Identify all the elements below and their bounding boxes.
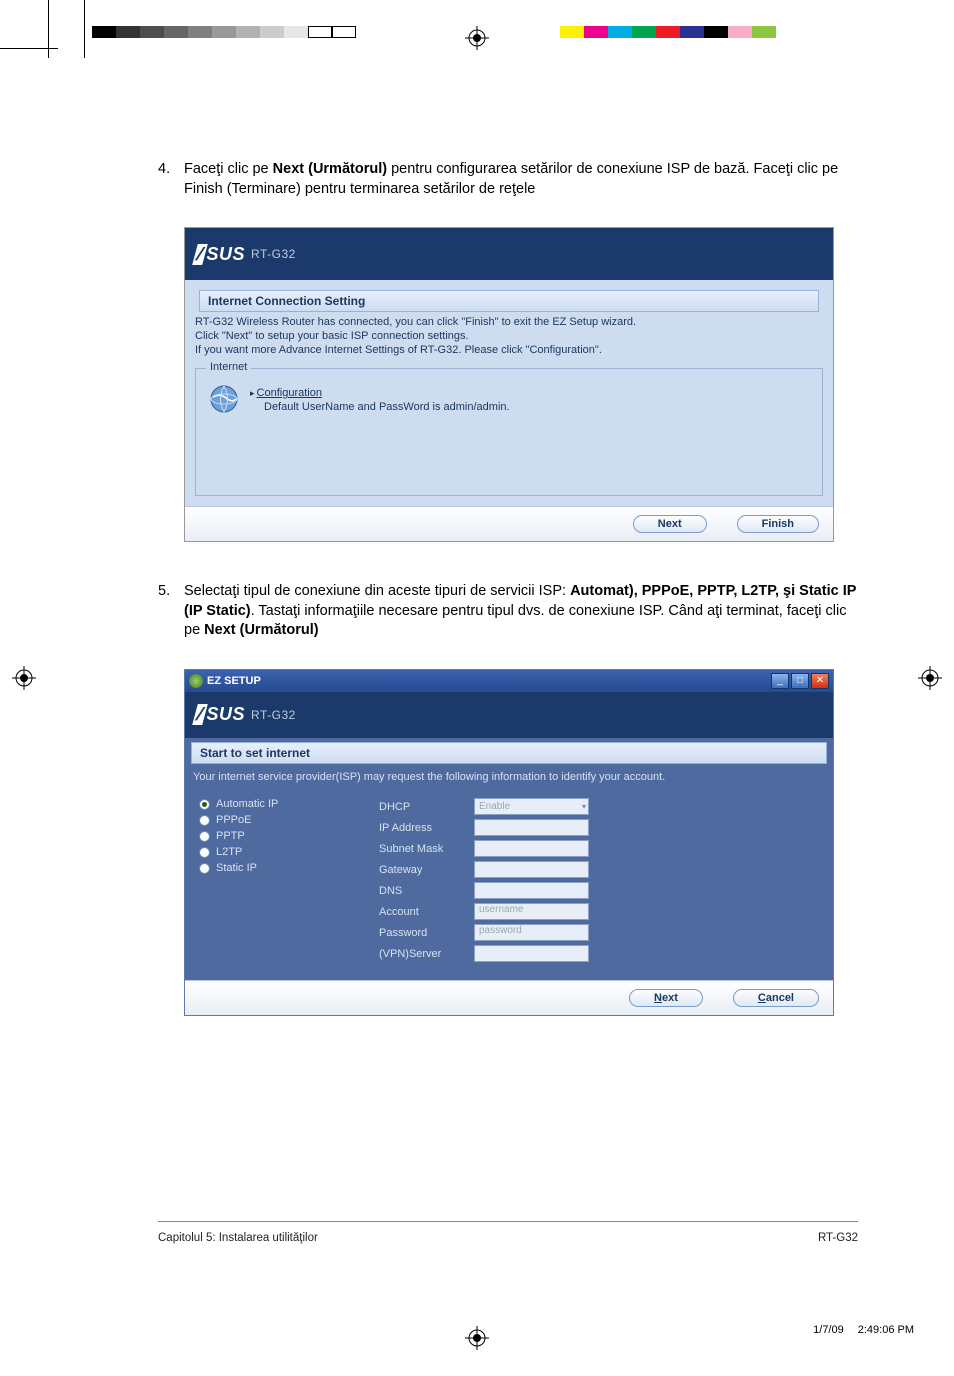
field-label: IP Address	[379, 822, 474, 834]
globe-icon	[208, 383, 240, 415]
instruction-step-5: 5. Selectaţi tipul de conexiune din aces…	[158, 582, 858, 641]
radio-icon	[199, 815, 210, 826]
page-footer: Capitolul 5: Instalarea utilităţilor RT-…	[158, 1221, 858, 1244]
dialog-footer: Next Finish	[185, 506, 833, 541]
section-title: Start to set internet	[191, 742, 827, 764]
info-text: If you want more Advance Internet Settin…	[195, 344, 823, 356]
internet-fieldset: Internet ▸Configuration Default UserName…	[195, 368, 823, 496]
registration-icon	[465, 26, 489, 50]
cancel-button[interactable]: Cancel	[733, 989, 819, 1007]
field-label: (VPN)Server	[379, 948, 474, 960]
screenshot-ez-setup: EZ SETUP _ □ ✕ /SUS RT-G32 Start to set …	[184, 669, 834, 1016]
step-number: 5.	[158, 582, 184, 641]
text-bold: Next (Următorul)	[273, 161, 387, 177]
next-button[interactable]: Next	[633, 515, 707, 533]
instruction-step-4: 4. Faceţi clic pe Next (Următorul) pentr…	[158, 160, 858, 199]
window-titlebar: EZ SETUP _ □ ✕	[185, 670, 833, 692]
step-text: Faceţi clic pe Next (Următorul) pentru c…	[184, 160, 858, 199]
footer-model: RT-G32	[818, 1232, 858, 1244]
btn-label: ancel	[766, 992, 794, 1004]
gateway-input[interactable]	[474, 861, 589, 878]
chevron-down-icon: ▾	[582, 802, 586, 811]
window-title: EZ SETUP	[207, 675, 261, 687]
radio-pptp[interactable]: PPTP	[199, 830, 349, 842]
radio-label: PPTP	[216, 830, 245, 842]
registration-icon	[12, 666, 36, 690]
maximize-button[interactable]: □	[791, 673, 809, 689]
model-label: RT-G32	[251, 247, 296, 261]
dns-input[interactable]	[474, 882, 589, 899]
btn-label: ext	[662, 992, 678, 1004]
print-date: 1/7/09	[813, 1324, 844, 1336]
field-label: Password	[379, 927, 474, 939]
color-bars	[560, 26, 776, 38]
password-input[interactable]: password	[474, 924, 589, 941]
minimize-button[interactable]: _	[771, 673, 789, 689]
text-bold: Next (Următorul)	[204, 622, 318, 638]
gray-bars	[92, 26, 356, 38]
info-text: Your internet service provider(ISP) may …	[193, 770, 825, 784]
asus-logo: /SUS RT-G32	[195, 704, 296, 725]
radio-icon	[199, 863, 210, 874]
info-text: RT-G32 Wireless Router has connected, yo…	[195, 316, 823, 328]
step-text: Selectaţi tipul de conexiune din aceste …	[184, 582, 858, 641]
radio-static-ip[interactable]: Static IP	[199, 862, 349, 874]
dhcp-select[interactable]: Enable ▾	[474, 798, 589, 815]
ip-address-input[interactable]	[474, 819, 589, 836]
info-text: Click "Next" to setup your basic ISP con…	[195, 330, 823, 342]
close-button[interactable]: ✕	[811, 673, 829, 689]
print-metadata: 1/7/09 2:49:06 PM	[813, 1324, 914, 1336]
field-label: Account	[379, 906, 474, 918]
radio-icon	[199, 799, 210, 810]
connection-type-radios: Automatic IP PPPoE PPTP L2TP Static IP	[199, 794, 349, 966]
config-hint: Default UserName and PassWord is admin/a…	[264, 401, 510, 413]
select-value: Enable	[479, 801, 510, 812]
registration-icon	[465, 1326, 489, 1350]
subnet-mask-input[interactable]	[474, 840, 589, 857]
print-time: 2:49:06 PM	[858, 1324, 914, 1336]
field-label: DHCP	[379, 801, 474, 813]
finish-button[interactable]: Finish	[737, 515, 819, 533]
text: Selectaţi tipul de conexiune din aceste …	[184, 583, 570, 599]
radio-icon	[199, 831, 210, 842]
step-number: 4.	[158, 160, 184, 199]
registration-icon	[918, 666, 942, 690]
radio-label: Static IP	[216, 862, 257, 874]
footer-chapter: Capitolul 5: Instalarea utilităţilor	[158, 1232, 318, 1244]
radio-pppoe[interactable]: PPPoE	[199, 814, 349, 826]
next-button[interactable]: Next	[629, 989, 703, 1007]
section-title: Internet Connection Setting	[199, 290, 819, 312]
text: Faceţi clic pe	[184, 161, 273, 177]
fieldset-legend: Internet	[206, 361, 251, 373]
arrow-icon: ▸	[250, 388, 255, 398]
app-header: /SUS RT-G32	[185, 692, 833, 738]
field-label: Subnet Mask	[379, 843, 474, 855]
app-icon	[189, 674, 203, 688]
radio-l2tp[interactable]: L2TP	[199, 846, 349, 858]
account-input[interactable]: username	[474, 903, 589, 920]
configuration-link[interactable]: Configuration	[257, 387, 322, 399]
app-header: /SUS RT-G32	[185, 228, 833, 280]
model-label: RT-G32	[251, 708, 296, 722]
radio-label: PPPoE	[216, 814, 251, 826]
radio-label: L2TP	[216, 846, 242, 858]
asus-logo: /SUS RT-G32	[195, 244, 296, 265]
field-label: Gateway	[379, 864, 474, 876]
radio-label: Automatic IP	[216, 798, 278, 810]
field-label: DNS	[379, 885, 474, 897]
screenshot-internet-connection: /SUS RT-G32 Internet Connection Setting …	[184, 227, 834, 542]
radio-automatic-ip[interactable]: Automatic IP	[199, 798, 349, 810]
vpn-server-input[interactable]	[474, 945, 589, 962]
radio-icon	[199, 847, 210, 858]
dialog-footer: Next Cancel	[185, 980, 833, 1015]
